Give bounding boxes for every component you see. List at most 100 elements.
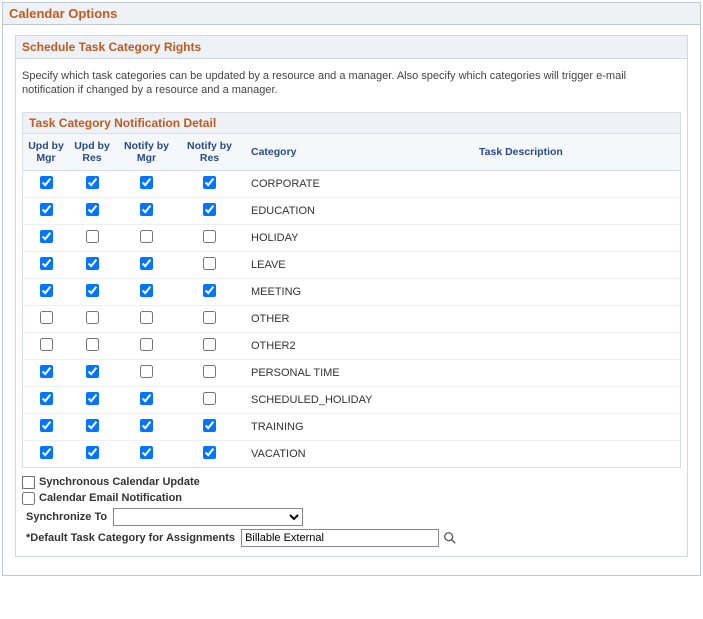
upd-mgr-checkbox[interactable]	[40, 419, 53, 432]
cell-checkbox	[69, 170, 115, 197]
cell-checkbox	[69, 386, 115, 413]
cell-category: PERSONAL TIME	[241, 359, 475, 386]
not-mgr-checkbox[interactable]	[140, 419, 153, 432]
not-mgr-checkbox[interactable]	[140, 257, 153, 270]
not-res-checkbox[interactable]	[203, 419, 216, 432]
not-res-checkbox[interactable]	[203, 446, 216, 459]
calendar-options-panel: Calendar Options Schedule Task Category …	[2, 2, 701, 576]
sync-update-label[interactable]: Synchronous Calendar Update	[39, 476, 200, 488]
email-notif-checkbox[interactable]	[22, 492, 35, 505]
not-mgr-checkbox[interactable]	[140, 284, 153, 297]
not-res-checkbox[interactable]	[203, 203, 216, 216]
table-row: OTHER2	[23, 332, 680, 359]
cell-checkbox	[178, 332, 241, 359]
email-notif-label[interactable]: Calendar Email Notification	[39, 492, 182, 504]
subpanel-body: Specify which task categories can be upd…	[16, 59, 687, 556]
col-upd-by-res[interactable]: Upd by Res	[69, 134, 115, 171]
cell-category: SCHEDULED_HOLIDAY	[241, 386, 475, 413]
cell-checkbox	[23, 251, 69, 278]
upd-res-checkbox[interactable]	[86, 203, 99, 216]
not-mgr-checkbox[interactable]	[140, 230, 153, 243]
upd-res-checkbox[interactable]	[86, 446, 99, 459]
not-res-checkbox[interactable]	[203, 365, 216, 378]
not-mgr-checkbox[interactable]	[140, 365, 153, 378]
not-res-checkbox[interactable]	[203, 311, 216, 324]
upd-mgr-checkbox[interactable]	[40, 365, 53, 378]
cell-checkbox	[69, 332, 115, 359]
not-mgr-checkbox[interactable]	[140, 392, 153, 405]
upd-mgr-checkbox[interactable]	[40, 176, 53, 189]
cell-task-description	[475, 278, 680, 305]
col-notify-by-mgr[interactable]: Notify by Mgr	[115, 134, 178, 171]
upd-mgr-checkbox[interactable]	[40, 284, 53, 297]
cell-category: LEAVE	[241, 251, 475, 278]
cell-checkbox	[178, 440, 241, 467]
table-row: CORPORATE	[23, 170, 680, 197]
upd-res-checkbox[interactable]	[86, 311, 99, 324]
cell-checkbox	[23, 278, 69, 305]
upd-mgr-checkbox[interactable]	[40, 338, 53, 351]
cell-task-description	[475, 197, 680, 224]
col-upd-by-mgr[interactable]: Upd by Mgr	[23, 134, 69, 171]
upd-res-checkbox[interactable]	[86, 284, 99, 297]
upd-res-checkbox[interactable]	[86, 230, 99, 243]
cell-task-description	[475, 170, 680, 197]
subpanel-title: Schedule Task Category Rights	[22, 40, 201, 54]
sync-update-checkbox[interactable]	[22, 476, 35, 489]
upd-res-checkbox[interactable]	[86, 176, 99, 189]
cell-category: MEETING	[241, 278, 475, 305]
cell-checkbox	[178, 305, 241, 332]
default-task-category-label: *Default Task Category for Assignments	[26, 532, 235, 544]
not-mgr-checkbox[interactable]	[140, 203, 153, 216]
synchronize-to-row: Synchronize To	[22, 508, 681, 526]
panel-header: Calendar Options	[3, 3, 700, 25]
not-res-checkbox[interactable]	[203, 338, 216, 351]
col-category[interactable]: Category	[241, 134, 475, 171]
not-res-checkbox[interactable]	[203, 176, 216, 189]
cell-category: CORPORATE	[241, 170, 475, 197]
not-res-checkbox[interactable]	[203, 257, 216, 270]
upd-res-checkbox[interactable]	[86, 392, 99, 405]
cell-task-description	[475, 440, 680, 467]
upd-mgr-checkbox[interactable]	[40, 257, 53, 270]
upd-mgr-checkbox[interactable]	[40, 311, 53, 324]
not-mgr-checkbox[interactable]	[140, 446, 153, 459]
not-mgr-checkbox[interactable]	[140, 311, 153, 324]
upd-res-checkbox[interactable]	[86, 365, 99, 378]
upd-mgr-checkbox[interactable]	[40, 230, 53, 243]
not-res-checkbox[interactable]	[203, 284, 216, 297]
cell-checkbox	[178, 197, 241, 224]
upd-mgr-checkbox[interactable]	[40, 203, 53, 216]
default-task-category-input[interactable]	[241, 529, 439, 547]
cell-checkbox	[69, 197, 115, 224]
upd-res-checkbox[interactable]	[86, 338, 99, 351]
upd-mgr-checkbox[interactable]	[40, 446, 53, 459]
not-res-checkbox[interactable]	[203, 230, 216, 243]
description-text: Specify which task categories can be upd…	[22, 69, 681, 98]
not-mgr-checkbox[interactable]	[140, 338, 153, 351]
lookup-icon[interactable]	[443, 531, 457, 545]
notification-detail-table-panel: Task Category Notification Detail Upd by…	[22, 112, 681, 468]
cell-category: EDUCATION	[241, 197, 475, 224]
cell-task-description	[475, 359, 680, 386]
cell-checkbox	[23, 224, 69, 251]
not-mgr-checkbox[interactable]	[140, 176, 153, 189]
subpanel-header: Schedule Task Category Rights	[16, 36, 687, 59]
synchronize-to-select[interactable]	[113, 508, 303, 526]
cell-checkbox	[115, 197, 178, 224]
col-notify-by-res[interactable]: Notify by Res	[178, 134, 241, 171]
not-res-checkbox[interactable]	[203, 392, 216, 405]
cell-checkbox	[115, 305, 178, 332]
col-task-description[interactable]: Task Description	[475, 134, 680, 171]
cell-checkbox	[115, 440, 178, 467]
upd-mgr-checkbox[interactable]	[40, 392, 53, 405]
upd-res-checkbox[interactable]	[86, 257, 99, 270]
upd-res-checkbox[interactable]	[86, 419, 99, 432]
cell-checkbox	[115, 224, 178, 251]
table-row: VACATION	[23, 440, 680, 467]
cell-checkbox	[115, 332, 178, 359]
email-notif-row: Calendar Email Notification	[22, 492, 681, 505]
synchronize-to-label: Synchronize To	[26, 511, 107, 523]
cell-category: TRAINING	[241, 413, 475, 440]
cell-checkbox	[23, 440, 69, 467]
